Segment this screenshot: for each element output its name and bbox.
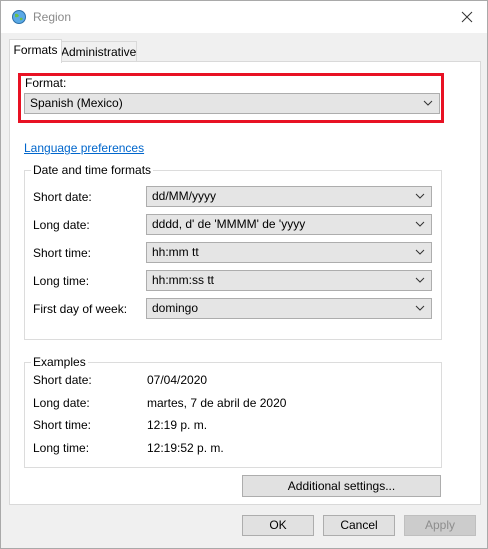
short-time-dropdown[interactable]: hh:mm tt — [146, 242, 432, 263]
long-date-value: dddd, d' de 'MMMM' de 'yyyy — [152, 217, 306, 231]
short-date-label: Short date: — [33, 190, 92, 204]
short-time-value: hh:mm tt — [152, 245, 199, 259]
first-day-of-week-dropdown[interactable]: domingo — [146, 298, 432, 319]
chevron-down-icon — [415, 193, 425, 199]
chevron-down-icon — [415, 249, 425, 255]
long-time-label: Long time: — [33, 274, 90, 288]
short-date-dropdown[interactable]: dd/MM/yyyy — [146, 186, 432, 207]
example-short-date-label: Short date: — [33, 373, 92, 387]
example-short-time-label: Short time: — [33, 418, 92, 432]
tab-administrative[interactable]: Administrative — [60, 41, 137, 62]
ok-button[interactable]: OK — [242, 515, 314, 536]
cancel-button[interactable]: Cancel — [323, 515, 395, 536]
format-dropdown-value: Spanish (Mexico) — [30, 96, 123, 110]
first-day-of-week-label: First day of week: — [33, 302, 128, 316]
date-time-formats-title: Date and time formats — [31, 163, 154, 177]
close-button[interactable] — [447, 1, 487, 33]
long-time-value: hh:mm:ss tt — [152, 273, 215, 287]
chevron-down-icon — [415, 277, 425, 283]
example-short-time-value: 12:19 p. m. — [147, 418, 208, 432]
example-long-date-value: martes, 7 de abril de 2020 — [147, 396, 287, 410]
language-preferences-link[interactable]: Language preferences — [24, 141, 144, 155]
format-label: Format: — [25, 76, 67, 90]
apply-button[interactable]: Apply — [404, 515, 476, 536]
chevron-down-icon — [415, 305, 425, 311]
long-date-label: Long date: — [33, 218, 90, 232]
example-long-time-value: 12:19:52 p. m. — [147, 441, 224, 455]
globe-icon — [11, 9, 27, 25]
title-bar: Region — [1, 1, 487, 33]
window-title: Region — [33, 10, 72, 24]
example-short-date-value: 07/04/2020 — [147, 373, 208, 387]
short-date-value: dd/MM/yyyy — [152, 189, 217, 203]
long-date-dropdown[interactable]: dddd, d' de 'MMMM' de 'yyyy — [146, 214, 432, 235]
short-time-label: Short time: — [33, 246, 92, 260]
examples-title: Examples — [31, 355, 88, 369]
tab-formats[interactable]: Formats — [9, 39, 62, 63]
format-dropdown[interactable]: Spanish (Mexico) — [24, 93, 440, 114]
example-long-date-label: Long date: — [33, 396, 90, 410]
long-time-dropdown[interactable]: hh:mm:ss tt — [146, 270, 432, 291]
close-icon — [461, 11, 473, 23]
chevron-down-icon — [415, 221, 425, 227]
additional-settings-button[interactable]: Additional settings... — [242, 475, 441, 497]
first-day-of-week-value: domingo — [152, 301, 199, 315]
chevron-down-icon — [423, 100, 433, 106]
example-long-time-label: Long time: — [33, 441, 90, 455]
